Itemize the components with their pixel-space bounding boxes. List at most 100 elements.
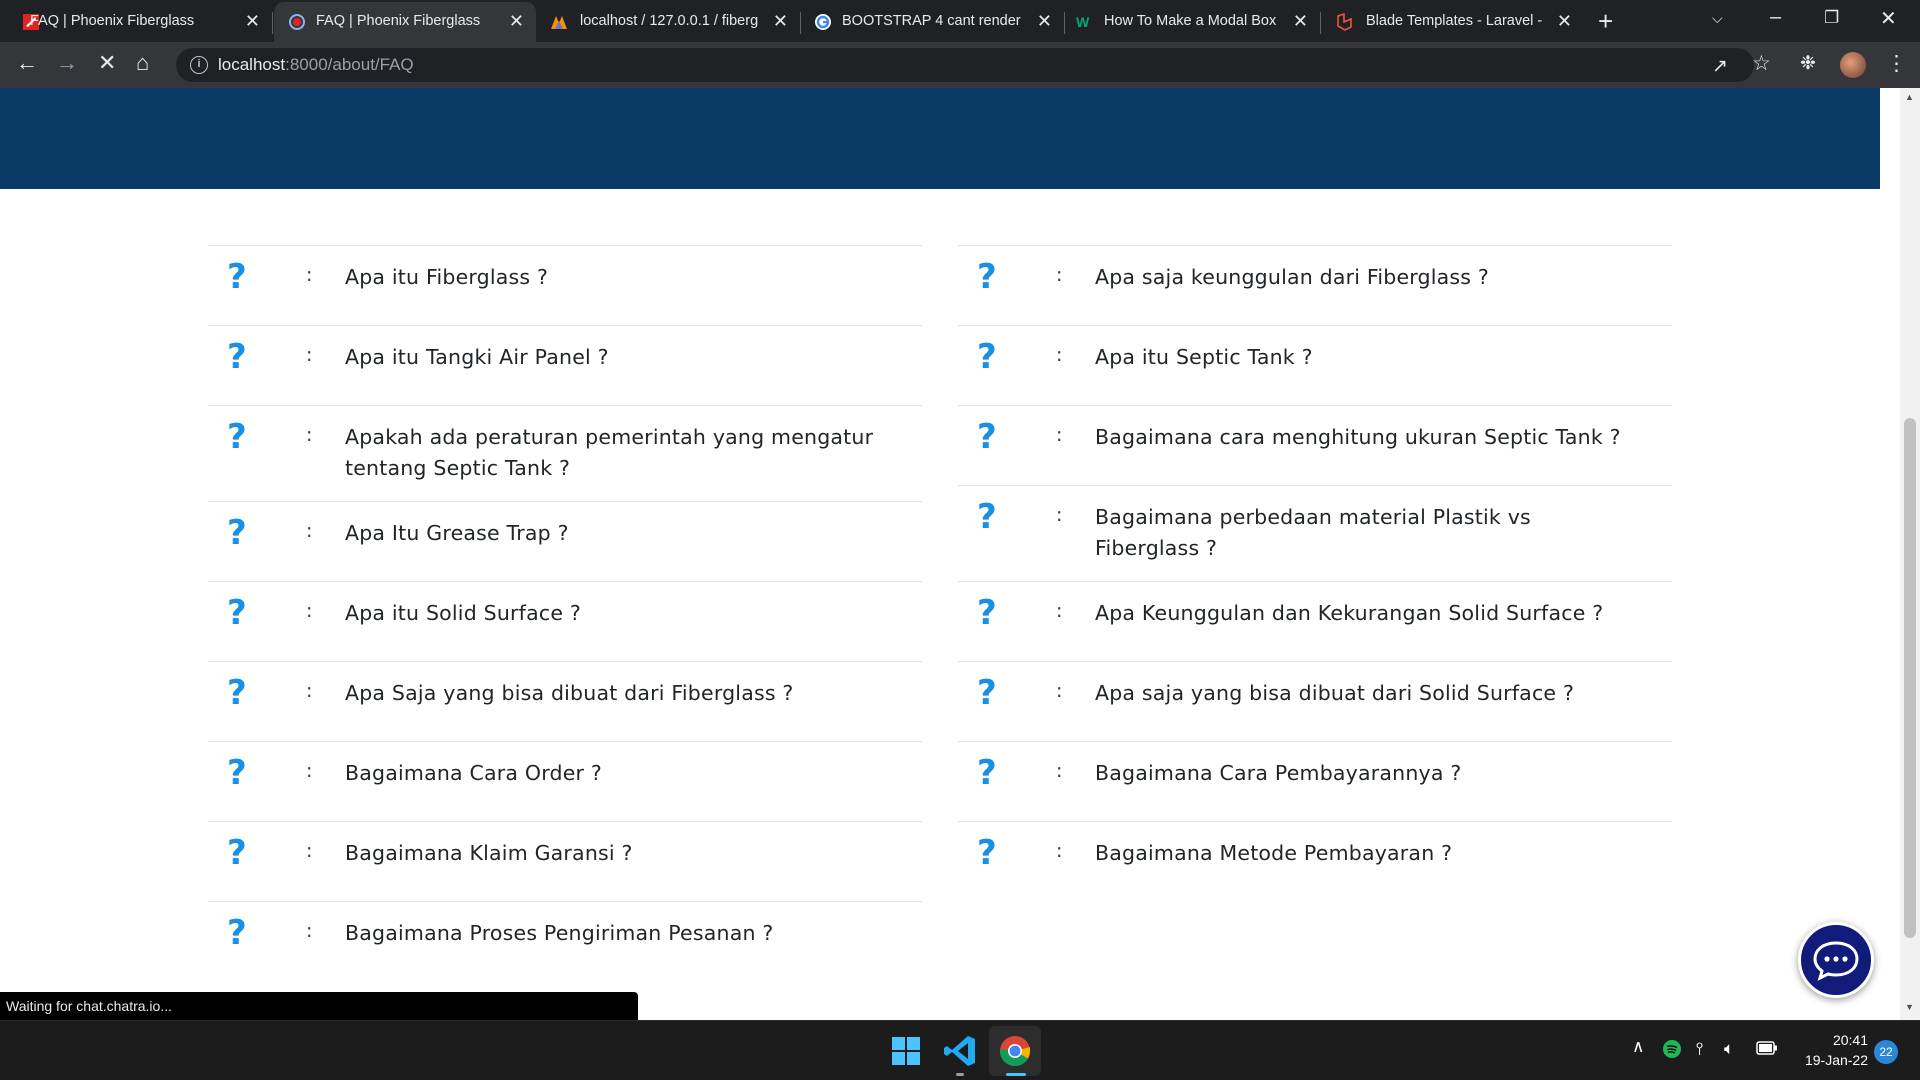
phpmyadmin-icon [551, 16, 567, 29]
close-icon[interactable]: ✕ [1293, 11, 1308, 32]
faq-question-text[interactable]: Apa itu Solid Surface ? [345, 597, 882, 629]
faq-question-text[interactable]: Bagaimana cara menghitung ukuran Septic … [1095, 421, 1632, 453]
new-tab-icon[interactable]: + [1598, 6, 1613, 37]
faq-item[interactable]: ?: Bagaimana cara menghitung ukuran Septi… [958, 405, 1672, 485]
close-icon[interactable]: ✕ [1037, 11, 1052, 32]
faq-item[interactable]: ?: Apa Itu Grease Trap ? [208, 501, 922, 581]
faq-item[interactable]: ?: Bagaimana Proses Pengiriman Pesanan ? [208, 901, 922, 981]
faq-item[interactable]: ?: Bagaimana perbedaan material Plastik v… [958, 485, 1672, 581]
home-icon[interactable]: ⌂ [136, 50, 149, 76]
speaker-volume-icon[interactable]: 🔈︎ [1724, 1039, 1734, 1059]
faq-colon: : [1056, 424, 1063, 446]
scroll-up-arrow-icon[interactable]: ▲ [1905, 92, 1914, 102]
loading-status-bar: Waiting for chat.chatra.io... [0, 992, 638, 1020]
chat-widget-button[interactable] [1798, 922, 1874, 998]
svg-text:?: ? [227, 516, 247, 550]
menu-kebab-icon[interactable]: ⋮ [1886, 51, 1907, 76]
question-mark-icon: ? [227, 596, 247, 630]
svg-text:?: ? [977, 836, 997, 870]
faq-question-text[interactable]: Apa itu Septic Tank ? [1095, 341, 1632, 373]
restore-icon[interactable]: ❐ [1824, 8, 1839, 28]
notification-count-badge[interactable]: 22 [1874, 1040, 1898, 1064]
faq-item[interactable]: ?: Bagaimana Cara Pembayarannya ? [958, 741, 1672, 821]
tab-title: Blade Templates - Laravel - [1366, 13, 1543, 29]
tab-title: How To Make a Modal Box [1104, 13, 1277, 29]
profile-avatar[interactable] [1840, 52, 1866, 78]
tab-laravel[interactable]: Blade Templates - Laravel - ✕ [1322, 2, 1584, 42]
wifi-icon[interactable]: ⫯ [1696, 1039, 1703, 1059]
faq-question-text[interactable]: Bagaimana Proses Pengiriman Pesanan ? [345, 917, 882, 949]
question-mark-icon: ? [977, 260, 997, 294]
share-icon[interactable]: ↗ [1712, 55, 1728, 78]
faq-item[interactable]: ?: Bagaimana Cara Order ? [208, 741, 922, 821]
windows-start-icon[interactable] [888, 1033, 924, 1069]
browser-toolbar: ← → ✕ ⌂ i localhost:8000/about/FAQ ↗ ☆ ❉… [0, 42, 1920, 88]
battery-icon[interactable] [1756, 1041, 1778, 1055]
tab-phpmyadmin[interactable]: localhost / 127.0.0.1 / fiberg ✕ [538, 2, 801, 42]
tab-search-chevron-icon[interactable]: ⌵ [1712, 10, 1723, 27]
faq-question-text[interactable]: Bagaimana Klaim Garansi ? [345, 837, 882, 869]
svg-text:?: ? [977, 260, 997, 294]
window-close-icon[interactable]: ✕ [1880, 6, 1897, 31]
faq-item[interactable]: ?: Apa itu Tangki Air Panel ? [208, 325, 922, 405]
question-mark-icon: ? [977, 340, 997, 374]
faq-question-text[interactable]: Apa saja keunggulan dari Fiberglass ? [1095, 261, 1632, 293]
stop-loading-icon[interactable]: ✕ [98, 50, 116, 76]
faq-item[interactable]: ?: Apa itu Septic Tank ? [958, 325, 1672, 405]
faq-question-text[interactable]: Apa Saja yang bisa dibuat dari Fiberglas… [345, 677, 882, 709]
back-arrow-icon[interactable]: ← [16, 50, 38, 76]
page-viewport: ?: Apa itu Fiberglass ??: Apa itu Tangki A… [0, 88, 1920, 1020]
faq-item[interactable]: ?: Apa itu Fiberglass ? [208, 245, 922, 325]
tab-separator [1064, 12, 1065, 34]
tab-google[interactable]: BOOTSTRAP 4 cant render t ✕ [802, 2, 1065, 42]
close-icon[interactable]: ✕ [773, 11, 788, 32]
faq-item[interactable]: ?: Apa itu Solid Surface ? [208, 581, 922, 661]
forward-arrow-icon[interactable]: → [56, 50, 78, 76]
spotify-icon[interactable] [1662, 1039, 1682, 1059]
faq-question-text[interactable]: Apa itu Tangki Air Panel ? [345, 341, 882, 373]
minimize-icon[interactable]: – [1770, 6, 1781, 29]
clock-time: 20:41 [1832, 1032, 1868, 1048]
faq-colon: : [1056, 840, 1063, 862]
site-info-icon[interactable]: i [190, 56, 208, 74]
close-icon[interactable]: ✕ [1557, 11, 1572, 32]
close-icon[interactable]: ✕ [509, 11, 524, 32]
svg-text:?: ? [227, 420, 247, 454]
faq-question-text[interactable]: Bagaimana perbedaan material Plastik vs … [1095, 501, 1632, 564]
chrome-icon[interactable] [997, 1033, 1033, 1069]
faq-item[interactable]: ?: Apa Saja yang bisa dibuat dari Fibergl… [208, 661, 922, 741]
scroll-down-arrow-icon[interactable]: ▼ [1905, 1002, 1914, 1012]
faq-question-text[interactable]: Apa Keunggulan dan Kekurangan Solid Surf… [1095, 597, 1632, 629]
tab-faq-2-active[interactable]: FAQ | Phoenix Fiberglass ✕ [274, 2, 536, 42]
svg-text:?: ? [227, 596, 247, 630]
faq-colon: : [306, 680, 313, 702]
faq-item[interactable]: ?: Apakah ada peraturan pemerintah yang m… [208, 405, 922, 501]
scrollbar-thumb[interactable] [1904, 418, 1916, 938]
faq-question-text[interactable]: Apa itu Fiberglass ? [345, 261, 882, 293]
faq-column-left: ?: Apa itu Fiberglass ??: Apa itu Tangki A… [208, 245, 922, 981]
tab-w3schools[interactable]: W How To Make a Modal Box ✕ [1066, 2, 1321, 42]
faq-question-text[interactable]: Apa Itu Grease Trap ? [345, 517, 882, 549]
clock-date: 19-Jan-22 [1804, 1052, 1868, 1068]
extensions-puzzle-icon[interactable]: ❉ [1800, 52, 1816, 75]
vscode-icon[interactable] [942, 1033, 978, 1069]
faq-item[interactable]: ?: Apa saja keunggulan dari Fiberglass ? [958, 245, 1672, 325]
address-bar[interactable]: i localhost:8000/about/FAQ ↗ [176, 48, 1754, 82]
faq-question-text[interactable]: Bagaimana Metode Pembayaran ? [1095, 837, 1632, 869]
faq-item[interactable]: ?: Apa Keunggulan dan Kekurangan Solid Su… [958, 581, 1672, 661]
faq-item[interactable]: ?: Apa saja yang bisa dibuat dari Solid S… [958, 661, 1672, 741]
faq-question-text[interactable]: Bagaimana Cara Order ? [345, 757, 882, 789]
bookmark-star-icon[interactable]: ☆ [1752, 51, 1771, 76]
tray-overflow-chevron-icon[interactable]: ∧ [1632, 1037, 1644, 1057]
faq-question-text[interactable]: Apakah ada peraturan pemerintah yang men… [345, 421, 882, 484]
url-text[interactable]: localhost:8000/about/FAQ [218, 55, 414, 75]
faq-item[interactable]: ?: Bagaimana Klaim Garansi ? [208, 821, 922, 901]
system-clock[interactable]: 20:41 19-Jan-22 [1788, 1030, 1868, 1070]
vertical-scrollbar[interactable]: ▲ ▼ [1900, 88, 1920, 1020]
tab-title: FAQ | Phoenix Fiberglass [316, 13, 481, 29]
faq-question-text[interactable]: Bagaimana Cara Pembayarannya ? [1095, 757, 1632, 789]
faq-item[interactable]: ?: Bagaimana Metode Pembayaran ? [958, 821, 1672, 901]
faq-question-text[interactable]: Apa saja yang bisa dibuat dari Solid Sur… [1095, 677, 1632, 709]
close-icon[interactable]: ✕ [245, 11, 260, 32]
tab-faq-1[interactable]: FAQ | Phoenix Fiberglass ✕ [0, 2, 273, 42]
